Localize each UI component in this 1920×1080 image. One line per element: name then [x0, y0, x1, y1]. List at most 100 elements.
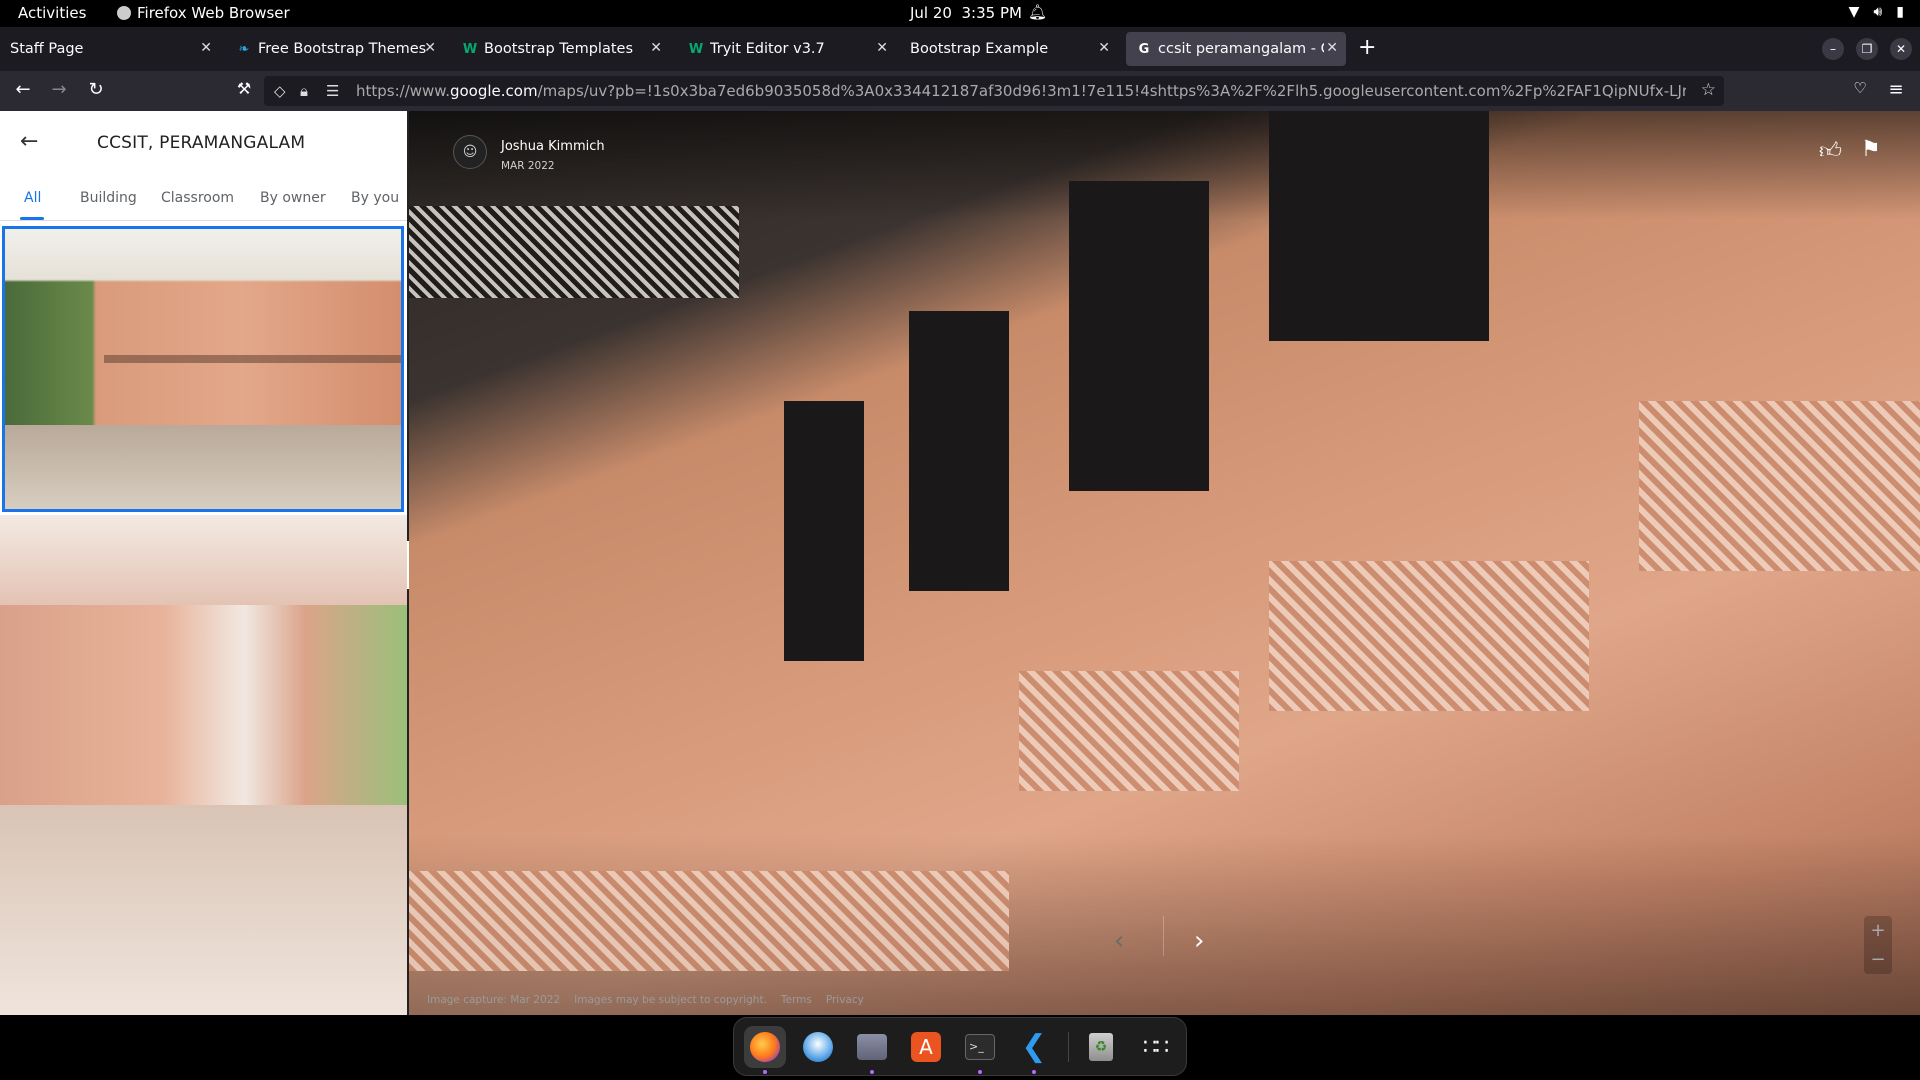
terms-link[interactable]: Terms — [781, 994, 812, 1006]
url-prefix: https://www. — [356, 82, 450, 100]
firefox-icon[interactable] — [744, 1026, 786, 1074]
navigation-toolbar: ← → ↻ ⚒ ◇ 🔒︎ ☰ https://www.google.com/ma… — [0, 71, 1920, 111]
running-indicator — [978, 1070, 982, 1074]
close-tab-icon[interactable]: ✕ — [650, 40, 662, 56]
close-tab-icon[interactable]: ✕ — [876, 40, 888, 56]
author-avatar[interactable]: ☺ — [453, 135, 487, 169]
dock: A >_ ❮ ♻ ∷∷ — [733, 1017, 1187, 1076]
running-indicator — [1032, 1070, 1036, 1074]
w3-logo-icon: W — [462, 41, 478, 57]
close-tab-icon[interactable]: ✕ — [1326, 40, 1338, 56]
app-name: Firefox Web Browser — [137, 4, 290, 22]
next-photo-icon[interactable]: › — [1194, 926, 1204, 956]
photo-date: MAR 2022 — [501, 160, 555, 172]
tab-by-owner[interactable]: By owner — [260, 190, 326, 206]
back-arrow-icon[interactable]: ← — [20, 129, 38, 154]
zoom-out-icon[interactable]: − — [1864, 945, 1892, 974]
tab-label: Bootstrap Example — [910, 41, 1049, 57]
firefox-small-icon — [117, 6, 131, 20]
tab-all[interactable]: All — [24, 190, 41, 206]
show-apps-icon[interactable]: ∷∷ — [1134, 1026, 1176, 1068]
tab-label: Staff Page — [10, 41, 84, 57]
battery-icon: ▮ — [1896, 4, 1904, 20]
terminal-icon[interactable]: >_ — [959, 1026, 1001, 1074]
zoom-in-icon[interactable]: + — [1864, 916, 1892, 945]
reload-icon[interactable]: ↻ — [84, 79, 108, 100]
system-tray[interactable]: ▼ 🔊︎ ▮ — [1849, 4, 1904, 20]
time: 3:35 PM — [961, 4, 1022, 22]
tab-bootstrap-templates[interactable]: W Bootstrap Templates ✕ — [452, 32, 670, 66]
tab-label: Bootstrap Templates — [484, 41, 633, 57]
date: Jul 20 — [910, 4, 952, 22]
photo-side-panel: ← CCSIT, PERAMANGALAM All Building Class… — [0, 111, 407, 1015]
privacy-link[interactable]: Privacy — [826, 994, 864, 1006]
previous-photo-icon[interactable]: ‹ — [1114, 926, 1124, 956]
photo-category-tabs: All Building Classroom By owner By you — [0, 175, 407, 221]
running-indicator — [763, 1070, 767, 1074]
minimize-icon[interactable]: – — [1822, 38, 1844, 60]
tab-ccsit-peramangalam[interactable]: G ccsit peramangalam - Goo ✕ — [1126, 32, 1346, 66]
lattice-wall — [409, 871, 1009, 971]
lattice-wall — [1639, 401, 1920, 571]
building-window — [909, 311, 1009, 591]
w3-logo-icon: W — [688, 41, 704, 57]
url-text[interactable]: https://www.google.com/maps/uv?pb=!1s0x3… — [356, 82, 1686, 100]
tab-strip: Staff Page ✕ ❧ Free Bootstrap Themes a ✕… — [0, 27, 1920, 71]
close-tab-icon[interactable]: ✕ — [200, 40, 212, 56]
url-bar[interactable]: ◇ 🔒︎ ☰ https://www.google.com/maps/uv?pb… — [264, 76, 1724, 106]
report-flag-icon[interactable]: ⚑ — [1861, 137, 1881, 162]
pocket-icon[interactable]: ♡ — [1848, 79, 1872, 97]
thumbnail-ceiling — [0, 515, 407, 605]
tab-label: Tryit Editor v3.7 — [710, 41, 825, 57]
thunderbird-icon[interactable] — [797, 1026, 839, 1068]
activities-button[interactable]: Activities — [18, 4, 86, 22]
tab-staff-page[interactable]: Staff Page ✕ — [0, 32, 220, 66]
permissions-icon[interactable]: ☰ — [326, 82, 339, 100]
photo-thumbnail-selected[interactable] — [2, 226, 404, 512]
hamburger-menu-icon[interactable]: ≡ — [1884, 79, 1908, 100]
author-name[interactable]: Joshua Kimmich — [501, 139, 605, 154]
tab-classroom[interactable]: Classroom — [161, 190, 234, 206]
files-icon[interactable] — [851, 1026, 893, 1074]
shield-icon[interactable]: ◇ — [274, 82, 286, 100]
clock[interactable]: Jul 20 3:35 PM — [910, 4, 1022, 22]
lock-icon[interactable]: 🔒︎ — [300, 82, 308, 100]
app-menu[interactable]: Firefox Web Browser — [117, 4, 290, 22]
back-icon[interactable]: ← — [11, 79, 35, 100]
wifi-icon: ▼ — [1848, 4, 1860, 20]
vscode-icon[interactable]: ❮ — [1013, 1026, 1055, 1074]
bookmark-star-icon[interactable]: ☆ — [1701, 80, 1716, 100]
close-tab-icon[interactable]: ✕ — [424, 40, 436, 56]
tab-label: Free Bootstrap Themes a — [258, 41, 428, 57]
url-domain: google.com — [449, 82, 538, 100]
bootstrap-logo-icon: ❧ — [238, 41, 250, 57]
photo-thumbnail[interactable] — [0, 515, 407, 1015]
new-tab-icon[interactable]: + — [1358, 37, 1376, 59]
tab-bootstrap-example[interactable]: Bootstrap Example ✕ — [900, 32, 1118, 66]
building-window — [1269, 111, 1489, 341]
app-center-icon[interactable]: A — [905, 1026, 947, 1068]
forward-icon[interactable]: → — [47, 79, 71, 100]
tab-by-you[interactable]: By you — [351, 190, 399, 206]
copyright-text: Images may be subject to copyright. — [574, 994, 767, 1006]
lattice-wall — [1269, 561, 1589, 711]
close-tab-icon[interactable]: ✕ — [1098, 40, 1110, 56]
system-top-bar: Activities Firefox Web Browser Jul 20 3:… — [0, 0, 1920, 27]
photo-viewer[interactable]: ☺ Joshua Kimmich MAR 2022 👍︎ ⚑ ‹ › + − I… — [409, 111, 1920, 1015]
panel-header: ← CCSIT, PERAMANGALAM — [0, 111, 407, 175]
thumbs-up-icon[interactable]: 👍︎ — [1819, 137, 1842, 164]
restore-icon[interactable]: ❐ — [1856, 38, 1878, 60]
tab-building[interactable]: Building — [80, 190, 137, 206]
image-capture-text: Image capture: Mar 2022 — [427, 994, 561, 1006]
tracking-protection-icon[interactable]: ⚒ — [232, 79, 256, 98]
place-title: CCSIT, PERAMANGALAM — [97, 133, 306, 153]
trash-icon[interactable]: ♻ — [1080, 1026, 1122, 1068]
thumbnail-detail — [104, 355, 401, 363]
building-window — [1069, 181, 1209, 491]
tab-tryit-editor[interactable]: W Tryit Editor v3.7 ✕ — [678, 32, 896, 66]
lattice-wall — [1019, 671, 1239, 791]
notification-bell-icon[interactable]: 🔔︎ — [1028, 3, 1047, 21]
tab-free-bootstrap-themes[interactable]: ❧ Free Bootstrap Themes a ✕ — [226, 32, 444, 66]
lattice-vent — [409, 206, 739, 298]
close-window-icon[interactable]: ✕ — [1890, 38, 1912, 60]
